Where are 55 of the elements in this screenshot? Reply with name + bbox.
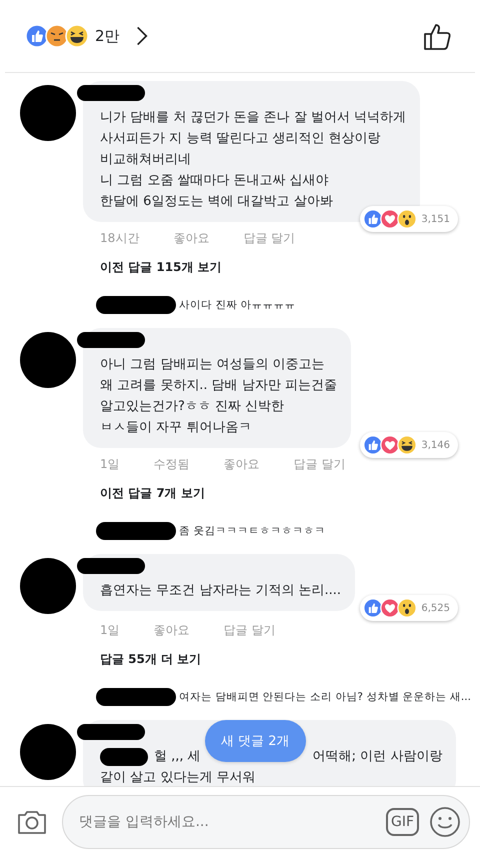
smiley-icon[interactable] bbox=[429, 806, 461, 838]
reaction-count: 6,525 bbox=[421, 602, 450, 614]
comment-text: 니 그럼 오줌 쌀때마다 돈내고싸 십새야 bbox=[100, 172, 329, 190]
surprised-face-icon bbox=[397, 209, 418, 229]
comment-action[interactable]: 답글 달기 bbox=[294, 456, 346, 473]
comment-text: 사서피든가 지 능력 딸린다고 생리적인 현상이랑 bbox=[100, 130, 381, 148]
comment-action: 1일 bbox=[100, 622, 120, 639]
comment-action: 18시간 bbox=[100, 230, 140, 247]
comment-action[interactable]: 답글 달기 bbox=[243, 230, 296, 247]
reply-preview-text[interactable]: 좀 웃김ㅋㅋㅋㅌㅎㅋㅎㅋㅎㅋ bbox=[179, 524, 326, 538]
comment-text: ㅂㅅ들이 자꾸 튀어나옴ㅋ bbox=[100, 419, 252, 437]
name-redaction bbox=[77, 332, 145, 348]
comment-action[interactable]: 수정됨 bbox=[154, 456, 190, 473]
comment-input-field[interactable]: 댓글을 입력하세요... GIF bbox=[62, 795, 470, 849]
name-redaction bbox=[77, 724, 145, 740]
comment-action: 1일 bbox=[100, 456, 120, 473]
gif-button[interactable]: GIF bbox=[386, 808, 419, 836]
comment-text: 어떡해; 이런 사람이랑 bbox=[312, 748, 442, 766]
comment-text: 니가 담배를 처 끊던가 돈을 존나 잘 벌어서 넉넉하게 bbox=[100, 109, 406, 127]
comment-action[interactable]: 좋아요 bbox=[154, 622, 190, 639]
comment-text: 흡연자는 무조건 남자라는 기적의 논리.... bbox=[100, 582, 342, 600]
camera-icon[interactable] bbox=[16, 808, 48, 836]
reaction-count: 3,146 bbox=[421, 440, 450, 450]
new-comments-button[interactable]: 새 댓글 2개 bbox=[205, 720, 306, 762]
view-replies-link[interactable]: 답글 55개 더 보기 bbox=[100, 651, 202, 668]
comment-action[interactable]: 좋아요 bbox=[173, 230, 210, 247]
reactions-badge[interactable]: 6,525 bbox=[360, 595, 458, 621]
chevron-right-icon[interactable] bbox=[136, 25, 148, 47]
reaction-count[interactable]: 2만 bbox=[95, 26, 120, 46]
comment-text: 같이 살고 있다는게 무서워 bbox=[100, 769, 256, 786]
surprised-face-icon bbox=[397, 598, 418, 618]
view-replies-link[interactable]: 이전 답글 115개 보기 bbox=[100, 259, 222, 276]
heart-reaction-icon bbox=[380, 209, 400, 229]
comment-text: 왜 고려를 못하지.. 담배 남자만 피는건줄 bbox=[100, 377, 337, 395]
laughing-face-icon bbox=[65, 24, 89, 48]
comment-text: 알고있는건가?ㅎㅎ 진짜 신박한 bbox=[100, 398, 284, 416]
comment-text: 비교해쳐버리네 bbox=[100, 151, 191, 169]
laughing-face-icon bbox=[397, 435, 418, 455]
name-redaction bbox=[100, 748, 148, 766]
reply-preview-text[interactable]: 사이다 진짜 아ㅠㅠㅠㅠ bbox=[179, 298, 296, 312]
thumbs-up-icon[interactable] bbox=[423, 21, 453, 51]
reaction-count: 3,151 bbox=[421, 214, 450, 224]
reactions-badge[interactable]: 3,146 bbox=[360, 432, 458, 458]
name-redaction bbox=[77, 85, 145, 101]
comment-action[interactable]: 답글 달기 bbox=[224, 622, 276, 639]
comment-text: 한달에 6일정도는 벽에 대갈박고 살아봐 bbox=[100, 193, 333, 211]
view-replies-link[interactable]: 이전 답글 7개 보기 bbox=[100, 485, 205, 502]
comment-text: 헐 ,,, 세 bbox=[154, 748, 201, 766]
comment-action[interactable]: 좋아요 bbox=[224, 456, 260, 473]
heart-reaction-icon bbox=[380, 598, 400, 618]
reply-preview-text[interactable]: 여자는 담배피면 안된다는 소리 아님? 성차별 운운하는 새... bbox=[179, 690, 471, 704]
reactions-badge[interactable]: 3,151 bbox=[360, 206, 458, 232]
heart-reaction-icon bbox=[380, 435, 400, 455]
name-redaction bbox=[77, 558, 145, 574]
comment-text: 아니 그럼 담배피는 여성들의 이중고는 bbox=[100, 356, 325, 374]
